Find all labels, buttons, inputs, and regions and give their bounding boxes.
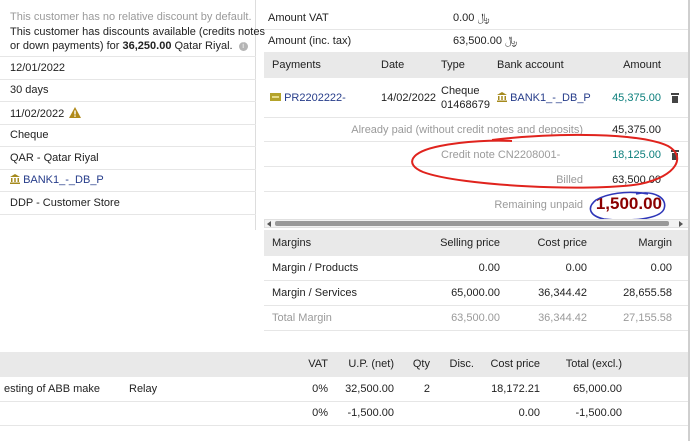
payment-mode: Cheque xyxy=(10,129,49,141)
margin-products-label: Margin / Products xyxy=(272,262,359,274)
payment-bank-link[interactable]: BANK1_-_DB_P xyxy=(497,92,591,104)
margins-header-margin: Margin xyxy=(638,237,672,249)
total-margin-margin: 27,155.58 xyxy=(623,312,672,324)
margin-services-margin: 28,655.58 xyxy=(623,287,672,299)
line-qty: 2 xyxy=(423,383,430,395)
invoice-date: 12/01/2022 xyxy=(10,62,66,74)
margin-services-selling: 65,000.00 xyxy=(451,287,500,299)
line-vat: 0% xyxy=(312,383,328,395)
credit-note-value: 18,125.00 xyxy=(612,149,661,161)
lines-header-disc: Disc. xyxy=(449,358,474,370)
due-date-value: 11/02/2022 xyxy=(10,108,65,120)
amount-vat-value: 0.00 ﷼ xyxy=(453,12,490,24)
payments-header-bank: Bank account xyxy=(497,59,564,71)
lines-header-total: Total (excl.) xyxy=(565,358,622,370)
payment-amount: 45,375.00 xyxy=(612,92,661,104)
payments-header-date: Date xyxy=(381,59,405,71)
remaining-unpaid-value: 1,500.00 xyxy=(595,194,662,213)
line-vat: 0% xyxy=(312,407,328,419)
payment-date: 14/02/2022 xyxy=(381,92,437,104)
discounts-amount: 36,250.00 xyxy=(122,40,172,52)
margins-header-name: Margins xyxy=(272,237,312,249)
currency: QAR - Qatar Riyal xyxy=(10,152,99,164)
already-paid-label: Already paid (without credit notes and d… xyxy=(351,124,583,136)
margin-products-cost: 0.00 xyxy=(565,262,587,274)
margin-products-selling: 0.00 xyxy=(478,262,500,274)
payments-header-amount: Amount xyxy=(623,59,661,71)
scroll-right-arrow[interactable] xyxy=(679,221,683,227)
scroll-left-arrow[interactable] xyxy=(267,221,271,227)
credit-note-label[interactable]: Credit note CN2208001- xyxy=(441,149,560,161)
delete-credit-note-icon[interactable] xyxy=(671,150,679,160)
bank-account-label: BANK1_-_DB_P xyxy=(23,174,104,186)
remaining-unpaid-label: Remaining unpaid xyxy=(494,199,583,211)
payment-ref: PR2202222- xyxy=(284,92,346,104)
line-total: 65,000.00 xyxy=(573,383,622,395)
total-margin-selling: 63,500.00 xyxy=(451,312,500,324)
total-margin-label: Total Margin xyxy=(272,312,332,324)
payment-terms: 30 days xyxy=(10,84,49,96)
billed-value: 63,500.00 xyxy=(612,174,661,186)
bank-icon xyxy=(10,174,20,184)
margins-header-cost: Cost price xyxy=(537,237,587,249)
total-margin-cost: 36,344.42 xyxy=(538,312,587,324)
no-discount-text: This customer has no relative discount b… xyxy=(10,11,252,23)
payments-header-type: Type xyxy=(441,59,465,71)
lines-header-qty: Qty xyxy=(412,358,430,370)
payment-bank-label: BANK1_-_DB_P xyxy=(510,92,591,104)
warning-icon xyxy=(69,107,82,118)
amount-vat-label: Amount VAT xyxy=(268,12,329,24)
lines-header-vat: VAT xyxy=(308,358,328,370)
lines-header-cost: Cost price xyxy=(490,358,540,370)
margin-services-label: Margin / Services xyxy=(272,287,357,299)
payment-type: Cheque xyxy=(441,85,480,97)
line-up: -1,500.00 xyxy=(347,407,394,419)
delivery-terms: DDP - Customer Store xyxy=(10,197,120,209)
delete-payment-icon[interactable] xyxy=(671,93,679,103)
horizontal-scrollbar[interactable] xyxy=(264,219,690,228)
margin-services-cost: 36,344.42 xyxy=(538,287,587,299)
line-cost: 18,172.21 xyxy=(491,383,540,395)
bank-account-link[interactable]: BANK1_-_DB_P xyxy=(10,174,104,186)
payments-header-payments: Payments xyxy=(272,59,321,71)
line-up: 32,500.00 xyxy=(345,383,394,395)
margin-products-margin: 0.00 xyxy=(650,262,672,274)
discounts-suffix: Qatar Riyal. xyxy=(171,40,233,52)
billed-label: Billed xyxy=(556,174,583,186)
line-description: esting of ABB make xyxy=(4,383,100,395)
discounts-prefix: or down payments) for xyxy=(10,40,123,52)
payment-cheque-number: 01468679 xyxy=(441,99,490,111)
bank-icon xyxy=(497,92,507,102)
margins-header-selling: Selling price xyxy=(440,237,500,249)
due-date: 11/02/2022 xyxy=(10,107,82,120)
discounts-line-1: This customer has discounts available (c… xyxy=(10,26,265,38)
payment-ref-link[interactable]: PR2202222- xyxy=(270,92,346,104)
discounts-line-2: or down payments) for 36,250.00 Qatar Ri… xyxy=(10,40,248,52)
line-product: Relay xyxy=(129,383,158,395)
line-cost: 0.00 xyxy=(518,407,540,419)
payment-icon xyxy=(270,93,281,101)
info-icon: i xyxy=(238,41,248,51)
left-panel: This customer has no relative discount b… xyxy=(0,0,265,230)
already-paid-value: 45,375.00 xyxy=(612,124,661,136)
line-total: -1,500.00 xyxy=(575,407,622,419)
amount-inc-tax-label: Amount (inc. tax) xyxy=(268,35,352,47)
scrollbar-thumb[interactable] xyxy=(275,221,669,226)
amount-inc-tax-value: 63,500.00 ﷼ xyxy=(453,35,518,47)
lines-header-up: U.P. (net) xyxy=(348,358,394,370)
